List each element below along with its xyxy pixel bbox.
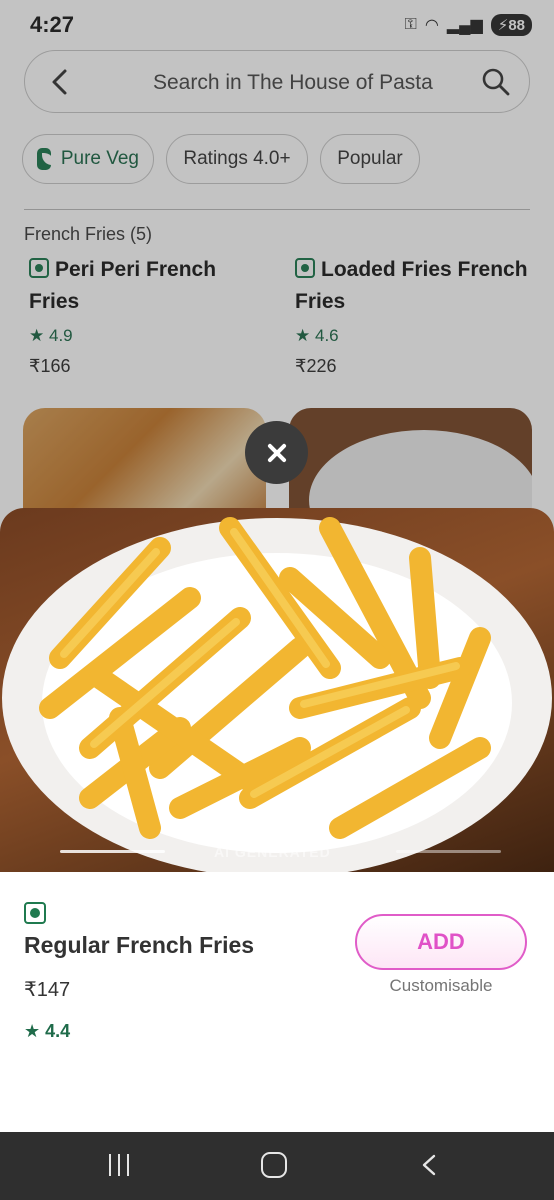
star-icon: ★: [24, 1021, 41, 1041]
add-button[interactable]: ADD: [355, 914, 527, 970]
item-detail-sheet: Regular French Fries ₹147 ★ 4.4 ADD Cust…: [0, 872, 554, 1132]
item-title: Regular French Fries: [24, 932, 255, 958]
home-icon[interactable]: [261, 1152, 287, 1178]
carousel-indicator: [396, 850, 501, 853]
recent-apps-icon[interactable]: [107, 1154, 131, 1176]
carousel-indicator-active: [60, 850, 165, 853]
close-button[interactable]: [245, 421, 308, 484]
ai-generated-watermark: AI GENERATED: [214, 844, 331, 860]
customisable-label: Customisable: [389, 976, 493, 995]
system-navigation-bar: [0, 1132, 554, 1200]
item-rating: ★ 4.4: [24, 1021, 70, 1042]
veg-indicator-icon: [24, 902, 46, 924]
fries-plate-illustration: [2, 517, 552, 872]
item-hero-image: AI GENERATED: [0, 508, 554, 872]
rating-value: 4.4: [45, 1021, 71, 1041]
item-price: ₹147: [24, 979, 71, 1001]
back-icon[interactable]: [420, 1154, 440, 1176]
